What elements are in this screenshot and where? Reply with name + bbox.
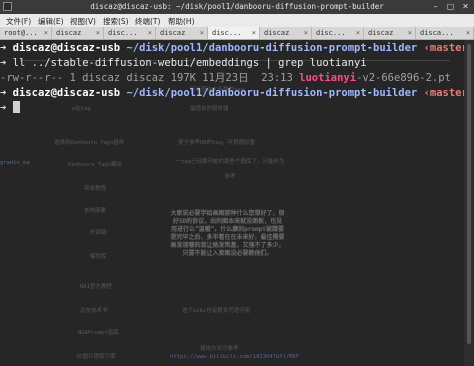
input-line[interactable]: ➜: [0, 101, 20, 116]
terminal-tab[interactable]: discaz ×: [52, 27, 104, 39]
close-button[interactable]: ✕: [460, 1, 471, 12]
terminal-scrollbar[interactable]: [464, 40, 474, 366]
menu-file[interactable]: 文件(F): [6, 16, 31, 27]
background-page-text: 选择用Danbooru_Tags插件: [54, 140, 125, 146]
background-page-link: https://www.bilibili.com/1823d47b5f/MXF: [170, 354, 300, 360]
background-page-text: 便于参考DB的tag，可根据权重: [178, 140, 256, 146]
minimize-button[interactable]: –: [430, 1, 441, 12]
menu-search[interactable]: 搜索(S): [103, 16, 129, 27]
tab-close-icon[interactable]: ×: [148, 29, 152, 37]
background-page-link: gradio_ma: [0, 160, 30, 166]
window-titlebar[interactable]: discaz@discaz-usb: ~/disk/pool1/danbooru…: [0, 0, 474, 14]
background-page-text: 远东技术书: [80, 308, 108, 314]
prompt-git-branch: ‹master: [423, 42, 468, 54]
text-cursor: [12, 101, 20, 113]
tab-close-icon[interactable]: ×: [466, 29, 470, 37]
menu-terminal[interactable]: 终端(T): [135, 16, 160, 27]
terminal-tab[interactable]: discaz ×: [364, 27, 416, 39]
background-page-text: 一tag已经跟开始的那些个图库了，只能作为参考: [175, 159, 285, 180]
menu-view[interactable]: 视图(V): [70, 16, 96, 27]
background-page-text: e站tag: [72, 106, 91, 112]
prompt-arrow-icon: ➜: [0, 102, 7, 114]
command-line: ➜ ll ../stable-diffusion-webui/embedding…: [0, 56, 367, 71]
terminal-output-area[interactable]: 可以查询大多数的tag e站tag 最适合的服务器 选择用Danbooru_Ta…: [0, 40, 474, 366]
prompt-arrow-icon: ➜: [0, 42, 7, 54]
terminal-tab[interactable]: disc... ×: [312, 27, 364, 39]
tab-close-icon[interactable]: ×: [200, 29, 204, 37]
command-text: ll ../stable-diffusion-webui/embeddings …: [12, 57, 367, 69]
scrollbar-thumb[interactable]: [467, 44, 471, 344]
background-page-text: 简单教程: [84, 186, 107, 192]
terminal-tab[interactable]: discaz ×: [156, 27, 208, 39]
background-page-text: SD图片提取引擎: [76, 354, 116, 360]
prompt-arrow-icon: ➜: [0, 87, 7, 99]
prompt-git-branch: ‹master: [423, 87, 468, 99]
background-page-text: 外部链: [90, 230, 107, 236]
maximize-button[interactable]: ▢: [445, 1, 456, 12]
background-page-text: 模型库: [90, 254, 107, 260]
window-title: discaz@discaz-usb: ~/disk/pool1/danbooru…: [90, 2, 384, 11]
shell-prompt: ➜ discaz@discaz-usb ~/disk/pool1/danboor…: [0, 41, 474, 56]
tab-close-icon[interactable]: ×: [252, 29, 256, 37]
background-page-text: 这个wiki也有很多咒语可用: [182, 308, 251, 314]
background-page-text: NGAPrompt指南: [78, 330, 119, 336]
menu-edit[interactable]: 编辑(E): [38, 16, 64, 27]
prompt-arrow-icon: ➜: [0, 57, 7, 69]
command-output-line: -rw-r--r-- 1 discaz discaz 197K 11月23日 2…: [0, 71, 451, 86]
prompt-user-host: discaz@discaz-usb: [12, 87, 121, 99]
tab-close-icon[interactable]: ×: [356, 29, 360, 37]
background-page-text: 本地部署: [84, 208, 107, 214]
terminal-tab[interactable]: disc... ×: [104, 27, 156, 39]
terminal-tab[interactable]: disca... ×: [416, 27, 474, 39]
shell-prompt: ➜ discaz@discaz-usb ~/disk/pool1/danboor…: [0, 86, 474, 101]
tab-close-icon[interactable]: ×: [44, 29, 48, 37]
prompt-user-host: discaz@discaz-usb: [12, 42, 121, 54]
terminal-tab[interactable]: discaz ×: [260, 27, 312, 39]
background-page-text: 最适合的服务器: [190, 106, 229, 112]
tab-close-icon[interactable]: ×: [96, 29, 100, 37]
background-page-text: NAI官方教程: [80, 284, 112, 290]
tab-close-icon[interactable]: ×: [408, 29, 412, 37]
tab-close-icon[interactable]: ×: [304, 29, 308, 37]
background-page-text: 大家说必要学绘画图那种什么您想好了，很好SD的协议，出的图本来就没面板，也没用进…: [170, 210, 285, 257]
prompt-path: ~/disk/pool1/danbooru-diffusion-prompt-b…: [126, 87, 418, 99]
terminal-tab[interactable]: root@... ×: [0, 27, 52, 39]
prompt-path: ~/disk/pool1/danbooru-diffusion-prompt-b…: [126, 42, 418, 54]
ls-output-suffix: -v2-66e896-2.pt: [356, 72, 451, 84]
background-page-text: Danbooru_Tags翻译: [68, 162, 123, 168]
ls-output-prefix: -rw-r--r-- 1 discaz discaz 197K 11月23日 2…: [0, 72, 300, 84]
menu-help[interactable]: 帮助(H): [168, 16, 195, 27]
terminal-tab-active[interactable]: disc... ×: [208, 27, 260, 39]
menu-bar: 文件(F) 编辑(E) 视图(V) 搜索(S) 终端(T) 帮助(H): [0, 14, 474, 27]
tab-bar: root@... × discaz × disc... × discaz × disc.…: [0, 27, 474, 40]
grep-match-highlight: luotianyi: [299, 72, 357, 84]
